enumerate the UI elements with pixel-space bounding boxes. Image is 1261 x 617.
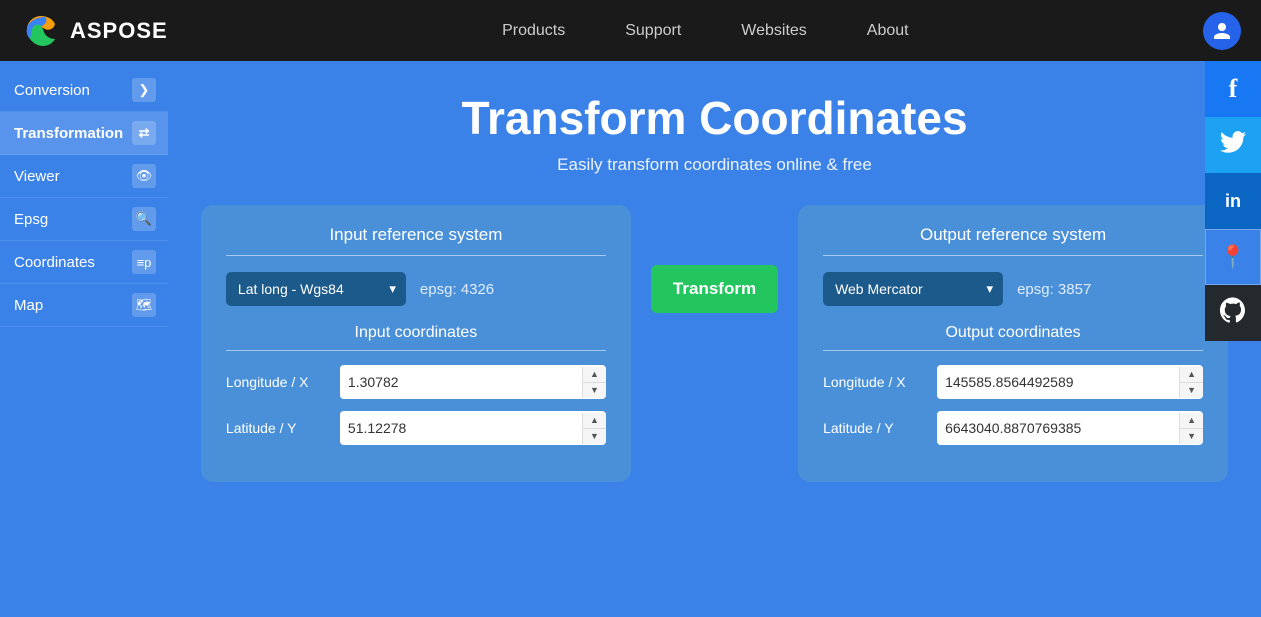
user-icon <box>1212 21 1232 41</box>
input-latitude-spinners: ▲ ▼ <box>582 413 606 444</box>
transform-button[interactable]: Transform <box>651 265 778 313</box>
content-area: Transform Coordinates Easily transform c… <box>168 61 1261 617</box>
transform-col: Transform <box>651 205 778 313</box>
output-latitude-input[interactable] <box>937 411 1179 445</box>
output-panel-title: Output reference system <box>823 225 1203 256</box>
output-longitude-up[interactable]: ▲ <box>1180 367 1203 382</box>
nav-about[interactable]: About <box>867 22 909 40</box>
input-system-select[interactable]: Lat long - Wgs84 Web Mercator UTM Zone 3… <box>226 272 406 306</box>
github-button[interactable] <box>1205 285 1261 341</box>
input-longitude-wrapper: ▲ ▼ <box>340 365 606 399</box>
map-icon: 🗺 <box>132 293 156 317</box>
output-latitude-field: Latitude / Y ▲ ▼ <box>823 411 1203 445</box>
input-latitude-label: Latitude / Y <box>226 420 326 436</box>
aspose-logo-icon <box>20 10 62 52</box>
output-longitude-wrapper: ▲ ▼ <box>937 365 1203 399</box>
output-longitude-spinners: ▲ ▼ <box>1179 367 1203 398</box>
github-icon <box>1220 297 1246 329</box>
output-longitude-input[interactable] <box>937 365 1179 399</box>
coordinates-icon: ≡p <box>132 250 156 274</box>
input-coords-title: Input coordinates <box>226 324 606 351</box>
input-panel-title: Input reference system <box>226 225 606 256</box>
input-longitude-up[interactable]: ▲ <box>583 367 606 382</box>
output-system-select-wrapper: Web Mercator Lat long - Wgs84 UTM Zone 3… <box>823 272 1003 306</box>
main-wrapper: Conversion ❯ Transformation ⇄ Viewer 👁 E… <box>0 61 1261 617</box>
output-longitude-down[interactable]: ▼ <box>1180 383 1203 398</box>
output-longitude-field: Longitude / X ▲ ▼ <box>823 365 1203 399</box>
input-longitude-label: Longitude / X <box>226 374 326 390</box>
sidebar-item-conversion[interactable]: Conversion ❯ <box>0 69 168 112</box>
input-panel: Input reference system Lat long - Wgs84 … <box>201 205 631 482</box>
nav-websites[interactable]: Websites <box>741 22 807 40</box>
user-avatar[interactable] <box>1203 12 1241 50</box>
sidebar: Conversion ❯ Transformation ⇄ Viewer 👁 E… <box>0 61 168 617</box>
social-bar: f in 📍 <box>1205 61 1261 341</box>
output-system-select[interactable]: Web Mercator Lat long - Wgs84 UTM Zone 3… <box>823 272 1003 306</box>
brand-name: ASPOSE <box>70 18 168 44</box>
viewer-icon: 👁 <box>132 164 156 188</box>
output-latitude-up[interactable]: ▲ <box>1180 413 1203 428</box>
output-coords-title: Output coordinates <box>823 324 1203 351</box>
page-subtitle: Easily transform coordinates online & fr… <box>557 155 872 175</box>
pinterest-icon: 📍 <box>1219 244 1246 270</box>
input-latitude-field: Latitude / Y ▲ ▼ <box>226 411 606 445</box>
sidebar-item-epsg[interactable]: Epsg 🔍 <box>0 198 168 241</box>
pinterest-button[interactable]: 📍 <box>1205 229 1261 285</box>
input-longitude-spinners: ▲ ▼ <box>582 367 606 398</box>
sidebar-item-viewer[interactable]: Viewer 👁 <box>0 155 168 198</box>
transformation-icon: ⇄ <box>132 121 156 145</box>
panels-row: Input reference system Lat long - Wgs84 … <box>190 205 1240 482</box>
facebook-button[interactable]: f <box>1205 61 1261 117</box>
sidebar-item-transformation[interactable]: Transformation ⇄ <box>0 112 168 155</box>
input-longitude-input[interactable] <box>340 365 582 399</box>
page-title: Transform Coordinates <box>461 91 967 145</box>
input-latitude-down[interactable]: ▼ <box>583 429 606 444</box>
sidebar-item-coordinates[interactable]: Coordinates ≡p <box>0 241 168 284</box>
output-epsg-label: epsg: 3857 <box>1017 281 1091 298</box>
input-system-row: Lat long - Wgs84 Web Mercator UTM Zone 3… <box>226 272 606 306</box>
nav-support[interactable]: Support <box>625 22 681 40</box>
output-panel: Output reference system Web Mercator Lat… <box>798 205 1228 482</box>
output-latitude-label: Latitude / Y <box>823 420 923 436</box>
brand[interactable]: ASPOSE <box>20 10 168 52</box>
linkedin-icon: in <box>1225 191 1241 212</box>
nav-links: Products Support Websites About <box>208 22 1203 40</box>
navbar: ASPOSE Products Support Websites About <box>0 0 1261 61</box>
linkedin-button[interactable]: in <box>1205 173 1261 229</box>
output-latitude-wrapper: ▲ ▼ <box>937 411 1203 445</box>
facebook-icon: f <box>1229 74 1238 104</box>
epsg-icon: 🔍 <box>132 207 156 231</box>
output-latitude-spinners: ▲ ▼ <box>1179 413 1203 444</box>
input-latitude-wrapper: ▲ ▼ <box>340 411 606 445</box>
input-latitude-input[interactable] <box>340 411 582 445</box>
input-longitude-field: Longitude / X ▲ ▼ <box>226 365 606 399</box>
nav-products[interactable]: Products <box>502 22 565 40</box>
output-system-row: Web Mercator Lat long - Wgs84 UTM Zone 3… <box>823 272 1203 306</box>
input-longitude-down[interactable]: ▼ <box>583 383 606 398</box>
sidebar-item-map[interactable]: Map 🗺 <box>0 284 168 327</box>
input-latitude-up[interactable]: ▲ <box>583 413 606 428</box>
output-latitude-down[interactable]: ▼ <box>1180 429 1203 444</box>
conversion-icon: ❯ <box>132 78 156 102</box>
input-epsg-label: epsg: 4326 <box>420 281 494 298</box>
twitter-icon <box>1220 131 1246 159</box>
input-system-select-wrapper: Lat long - Wgs84 Web Mercator UTM Zone 3… <box>226 272 406 306</box>
output-longitude-label: Longitude / X <box>823 374 923 390</box>
twitter-button[interactable] <box>1205 117 1261 173</box>
